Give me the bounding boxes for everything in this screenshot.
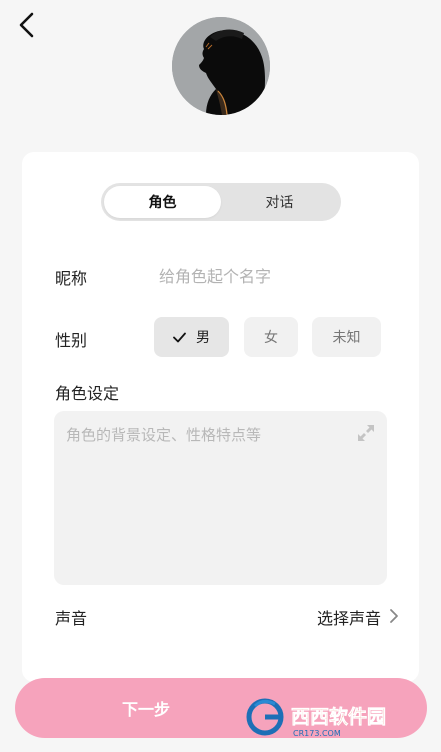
- segmented-control: 角色 对话: [101, 183, 341, 221]
- back-button[interactable]: [10, 8, 44, 42]
- gender-option-female[interactable]: 女: [244, 317, 298, 357]
- check-icon: [173, 332, 186, 342]
- voice-label: 声音: [55, 609, 88, 628]
- role-setting-textarea[interactable]: [54, 411, 387, 585]
- voice-select[interactable]: 选择声音: [317, 605, 381, 629]
- role-card: 角色 对话 昵称 性别 男 女 未知 角色设定 声音 选择声音: [22, 152, 419, 682]
- avatar[interactable]: [172, 17, 270, 115]
- nickname-label: 昵称: [55, 269, 88, 288]
- watermark-domain-text: CR173.COM: [293, 729, 341, 738]
- gender-option-label: 未知: [332, 330, 361, 346]
- watermark-brand-text: 西西软件园: [291, 705, 386, 728]
- tab-dialogue[interactable]: 对话: [221, 186, 338, 218]
- avatar-image: [172, 17, 270, 115]
- watermark-logo: 西西软件园 CR173.COM: [246, 698, 386, 738]
- nickname-input[interactable]: [159, 263, 389, 289]
- gender-option-label: 女: [264, 330, 278, 346]
- chevron-right-icon[interactable]: [388, 608, 400, 624]
- gender-option-unknown[interactable]: 未知: [312, 317, 381, 357]
- next-button-label: 下一步: [121, 700, 170, 719]
- expand-icon[interactable]: [357, 424, 375, 442]
- gender-label: 性别: [55, 331, 88, 350]
- tab-role[interactable]: 角色: [104, 186, 221, 218]
- role-setting-label: 角色设定: [55, 384, 120, 403]
- voice-row[interactable]: 声音 选择声音: [22, 601, 419, 631]
- role-setting-box: [54, 411, 387, 585]
- gender-option-label: 男: [196, 330, 210, 346]
- chevron-left-icon: [19, 12, 34, 38]
- gender-option-male[interactable]: 男: [154, 317, 229, 357]
